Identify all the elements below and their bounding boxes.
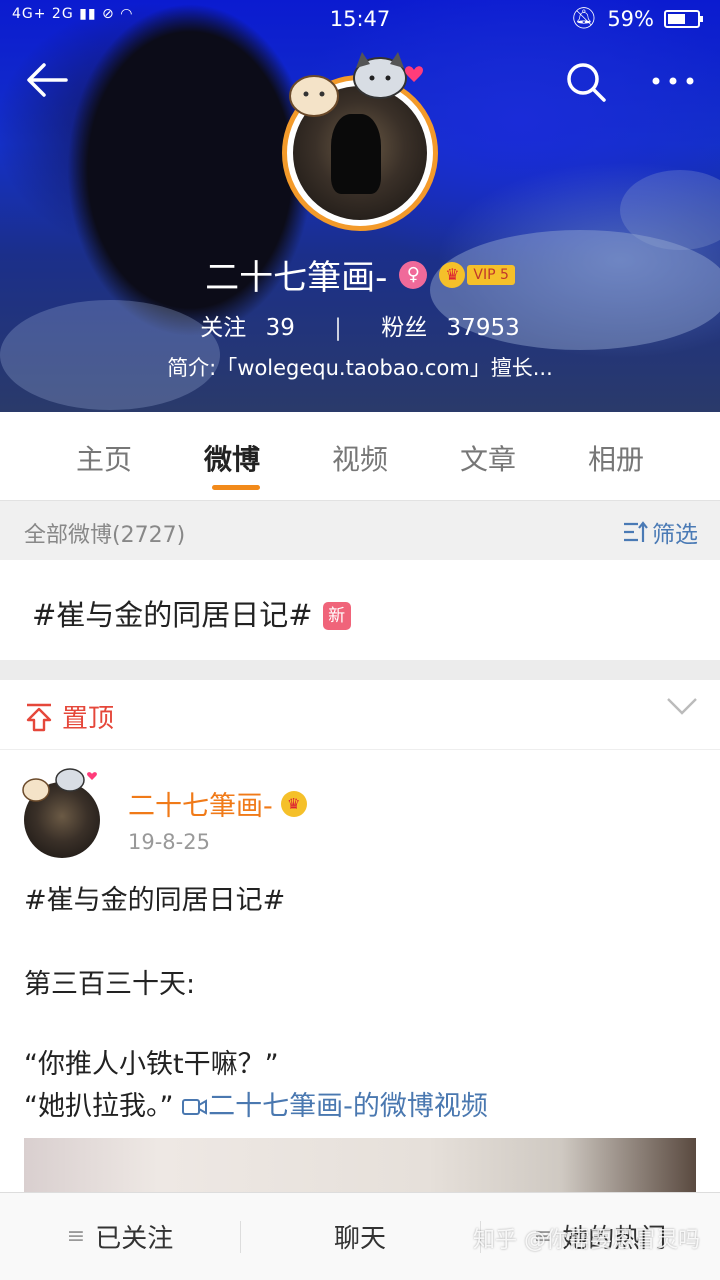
pet-pendant-icon <box>289 52 424 117</box>
followed-button[interactable]: ≡ 已关注 <box>0 1193 240 1280</box>
post-card: 二十七筆画- ♛ 19-8-25 #崔与金的同居日记# 第三百三十天: “你推人… <box>0 750 720 1198</box>
filter-bar: 全部微博(2727) 筛选 <box>0 500 720 560</box>
pinned-bar[interactable]: 置顶 <box>0 680 720 750</box>
tab-weibo[interactable]: 微博 <box>168 412 296 500</box>
topic-bar[interactable]: #崔与金的同居日记# 新 <box>0 560 720 660</box>
section-divider <box>0 660 720 680</box>
pet-pendant-icon <box>22 768 97 802</box>
all-posts-count: 全部微博(2727) <box>24 523 186 548</box>
post-video-thumbnail[interactable] <box>24 1138 696 1198</box>
vip-badge[interactable]: ♛ VIP 5 <box>439 261 515 288</box>
filter-button[interactable]: 筛选 <box>622 515 698 549</box>
mute-bell-icon: 🔕︎ <box>570 6 598 30</box>
post-author[interactable]: 二十七筆画- ♛ <box>128 784 307 823</box>
tab-articles[interactable]: 文章 <box>424 412 552 500</box>
crown-icon: ♛ <box>439 261 466 288</box>
tab-album[interactable]: 相册 <box>552 412 680 500</box>
post-text-line: 第三百三十天: <box>24 969 196 1000</box>
battery-icon <box>664 9 703 28</box>
female-icon: ♀ <box>399 260 428 289</box>
pin-top-icon <box>26 703 52 731</box>
chevron-down-icon[interactable] <box>666 696 698 716</box>
video-icon <box>182 1099 208 1115</box>
profile-tabs: 主页 微博 视频 文章 相册 <box>0 412 720 500</box>
menu-icon: ≡ <box>66 1224 86 1249</box>
new-badge: 新 <box>322 602 351 630</box>
post-hashtag[interactable]: #崔与金的同居日记# <box>24 878 285 917</box>
status-bar: 4G+ 2G ▮▮ ⊘ ◠ 15:47 🔕︎ 59% <box>0 0 720 38</box>
back-arrow-icon[interactable] <box>24 60 70 100</box>
filter-icon <box>624 521 648 542</box>
profile-name: 二十七筆画- <box>205 258 388 298</box>
tab-video[interactable]: 视频 <box>296 412 424 500</box>
post-date: 19-8-25 <box>128 830 210 854</box>
tab-home[interactable]: 主页 <box>40 412 168 500</box>
post-text-line: “她扒拉我。” 二十七筆画-的微博视频 <box>24 1091 488 1122</box>
profile-header: 4G+ 2G ▮▮ ⊘ ◠ 15:47 🔕︎ 59% 二十七筆画- ♀ ♛ VI… <box>0 0 720 412</box>
video-link[interactable]: 二十七筆画-的微博视频 <box>182 1091 488 1122</box>
status-right: 🔕︎ 59% <box>570 6 703 31</box>
crown-icon: ♛ <box>280 790 307 817</box>
following-link[interactable]: 关注 39 <box>194 315 301 341</box>
topic-text: #崔与金的同居日记# <box>32 598 313 632</box>
post-text-line: “你推人小铁t干嘛？” <box>24 1049 279 1080</box>
stats-divider: | <box>334 315 342 341</box>
chat-button[interactable]: 聊天 <box>240 1193 480 1280</box>
fans-link[interactable]: 粉丝 37953 <box>375 315 525 341</box>
search-icon[interactable] <box>564 60 608 104</box>
battery-percent: 59% <box>607 6 654 31</box>
profile-bio[interactable]: 简介:「wolegequ.taobao.com」擅长... <box>0 352 720 382</box>
profile-stats: 关注 39 | 粉丝 37953 <box>0 308 720 342</box>
weibo-profile-page: 4G+ 2G ▮▮ ⊘ ◠ 15:47 🔕︎ 59% 二十七筆画- ♀ ♛ VI… <box>0 0 720 1280</box>
more-icon[interactable] <box>650 74 696 88</box>
watermark: 知乎 @你需要恩冒灵吗 <box>473 1228 700 1253</box>
profile-name-row: 二十七筆画- ♀ ♛ VIP 5 <box>0 250 720 299</box>
